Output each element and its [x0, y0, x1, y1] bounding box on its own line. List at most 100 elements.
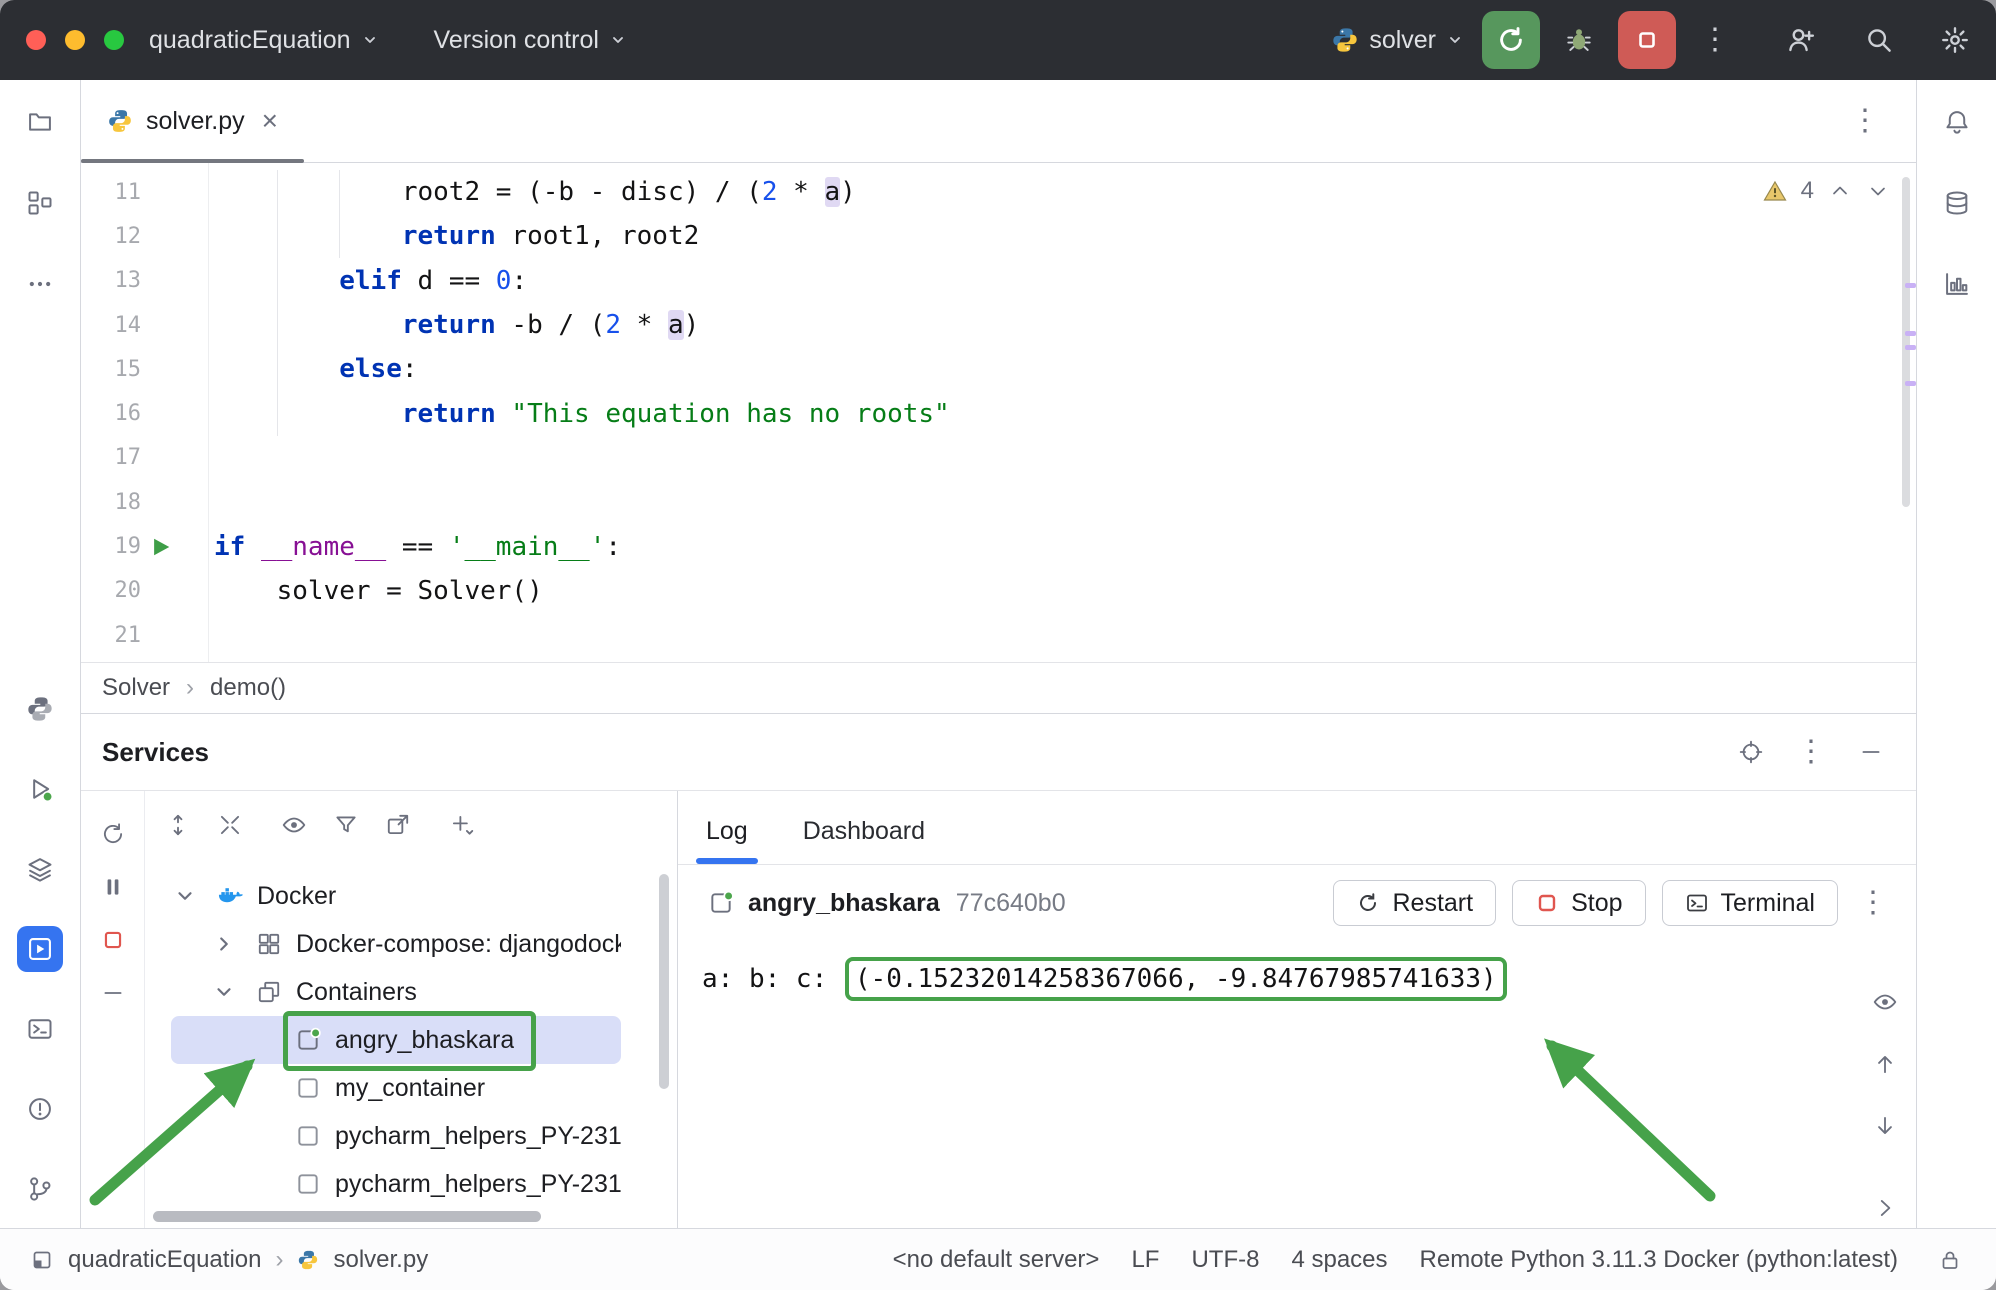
scroll-down-icon[interactable]: [1872, 1113, 1898, 1139]
tree-item-my-container[interactable]: my_container: [171, 1064, 621, 1112]
restart-button[interactable]: Restart: [1333, 880, 1496, 926]
view-options-eye-icon[interactable]: [281, 812, 307, 838]
chevron-right-icon[interactable]: [1872, 1195, 1898, 1221]
eye-icon[interactable]: [1872, 989, 1898, 1015]
close-window-button[interactable]: [26, 30, 46, 50]
tree-item-pycharm-helpers-py-231-4[interactable]: pycharm_helpers_PY-231.4: [171, 1112, 621, 1160]
tab-solver-py[interactable]: solver.py ×: [81, 80, 304, 162]
vcs-widget[interactable]: Version control: [434, 26, 627, 55]
add-service-icon[interactable]: [449, 812, 475, 838]
editor-scrollbar[interactable]: [1902, 177, 1910, 507]
code-line-11[interactable]: 11 root2 = (-b - disc) / (2 * a): [81, 170, 1916, 214]
code-editor[interactable]: 11 root2 = (-b - disc) / (2 * a)12 retur…: [81, 163, 1916, 662]
minimize-window-button[interactable]: [65, 30, 85, 50]
run-configuration-selector[interactable]: solver: [1331, 26, 1464, 55]
run-tool-window-icon[interactable]: [26, 775, 54, 803]
stop-button[interactable]: [1618, 11, 1676, 69]
code-line-16[interactable]: 16 return "This equation has no roots": [81, 391, 1916, 435]
line-separator-widget[interactable]: LF: [1131, 1246, 1159, 1274]
next-problem-icon[interactable]: [1866, 179, 1890, 203]
tree-item-angry-bhaskara[interactable]: angry_bhaskara: [171, 1016, 621, 1064]
search-icon[interactable]: [1864, 25, 1894, 55]
filter-icon[interactable]: [333, 812, 359, 838]
python-file-icon: [107, 108, 133, 134]
settings-gear-icon[interactable]: [1940, 25, 1970, 55]
code-line-19[interactable]: 19if __name__ == '__main__':: [81, 524, 1916, 568]
expand-all-icon[interactable]: [165, 812, 191, 838]
default-server-widget[interactable]: <no default server>: [893, 1246, 1100, 1274]
problems-icon[interactable]: [26, 1095, 54, 1123]
prev-problem-icon[interactable]: [1828, 179, 1852, 203]
services-side-toolbar: [81, 791, 145, 1228]
tree-item-pycharm-helpers-py-231-8[interactable]: pycharm_helpers_PY-231.8: [171, 1160, 621, 1208]
indent-widget[interactable]: 4 spaces: [1291, 1246, 1387, 1274]
debug-button[interactable]: [1550, 11, 1608, 69]
layers-icon[interactable]: [26, 855, 54, 883]
project-folder-icon[interactable]: [26, 108, 54, 136]
terminal-tool-icon[interactable]: [26, 1015, 54, 1043]
hide-panel-icon[interactable]: [1858, 739, 1884, 765]
python-file-icon: [297, 1249, 319, 1271]
code-line-18[interactable]: 18: [81, 480, 1916, 524]
more-tool-windows-icon[interactable]: [26, 270, 54, 298]
git-branch-icon[interactable]: [26, 1175, 54, 1203]
tab-options-icon[interactable]: ⋮: [1846, 106, 1884, 136]
pause-icon[interactable]: [100, 874, 126, 900]
refresh-icon[interactable]: [100, 821, 126, 847]
chart-icon[interactable]: [1943, 270, 1971, 298]
code-line-13[interactable]: 13 elif d == 0:: [81, 259, 1916, 303]
target-icon[interactable]: [1738, 739, 1764, 765]
container-more-icon[interactable]: ⋮: [1854, 888, 1892, 918]
tab-log[interactable]: Log: [706, 817, 748, 864]
collapse-panel-icon[interactable]: [100, 980, 126, 1006]
tool-window-toggle-icon[interactable]: [30, 1248, 54, 1272]
panel-options-icon[interactable]: ⋮: [1792, 737, 1830, 767]
log-output[interactable]: a: b: c: (-0.15232014258367066, -9.84767…: [678, 941, 1916, 1228]
tree-item-containers[interactable]: Containers: [171, 968, 621, 1016]
tree-item-docker-compose-djangodock[interactable]: Docker-compose: djangodock: [171, 920, 621, 968]
tree-item-docker[interactable]: Docker: [171, 872, 621, 920]
chevron-down-icon: [1446, 31, 1464, 49]
python-packages-icon[interactable]: [26, 695, 54, 723]
chevron-down-icon[interactable]: [210, 981, 238, 1003]
chevron-down-icon[interactable]: [171, 885, 199, 907]
zoom-window-button[interactable]: [104, 30, 124, 50]
services-tool-window-button[interactable]: [17, 926, 63, 972]
run-line-icon[interactable]: [141, 536, 181, 558]
notifications-bell-icon[interactable]: [1943, 108, 1971, 136]
code-line-12[interactable]: 12 return root1, root2: [81, 214, 1916, 258]
breadcrumb-class[interactable]: Solver: [102, 674, 170, 702]
tab-dashboard[interactable]: Dashboard: [803, 817, 925, 864]
code-line-21[interactable]: 21: [81, 613, 1916, 657]
tree-horizontal-scrollbar[interactable]: [153, 1211, 541, 1222]
chevron-right-icon[interactable]: [210, 933, 238, 955]
status-project-name[interactable]: quadraticEquation: [68, 1246, 261, 1274]
more-actions-icon[interactable]: ⋮: [1696, 25, 1734, 55]
add-user-icon[interactable]: [1786, 25, 1816, 55]
database-icon[interactable]: [1943, 189, 1971, 217]
structure-icon[interactable]: [26, 189, 54, 217]
status-file-name[interactable]: solver.py: [333, 1246, 428, 1274]
code-line-17[interactable]: 17: [81, 436, 1916, 480]
project-widget[interactable]: quadraticEquation: [149, 26, 379, 55]
breadcrumb-method[interactable]: demo(): [210, 674, 286, 702]
close-tab-icon[interactable]: ×: [262, 107, 278, 135]
terminal-button[interactable]: Terminal: [1662, 880, 1838, 926]
code-line-14[interactable]: 14 return -b / (2 * a): [81, 303, 1916, 347]
code-line-15[interactable]: 15 else:: [81, 347, 1916, 391]
scroll-up-icon[interactable]: [1872, 1051, 1898, 1077]
stop-service-icon[interactable]: [100, 927, 126, 953]
interpreter-widget[interactable]: Remote Python 3.11.3 Docker (python:late…: [1420, 1246, 1898, 1274]
open-in-new-tab-icon[interactable]: [385, 812, 411, 838]
encoding-widget[interactable]: UTF-8: [1191, 1246, 1259, 1274]
tree-vertical-scrollbar[interactable]: [659, 874, 669, 1089]
collapse-all-icon[interactable]: [217, 812, 243, 838]
inspections-widget[interactable]: 4: [1763, 177, 1890, 205]
container-header: angry_bhaskara 77c640b0 Restart Stop: [678, 865, 1916, 941]
rerun-button[interactable]: [1482, 11, 1540, 69]
lock-icon[interactable]: [1938, 1248, 1962, 1272]
code-line-20[interactable]: 20 solver = Solver(): [81, 569, 1916, 613]
stop-container-button[interactable]: Stop: [1512, 880, 1645, 926]
rerun-icon: [1496, 25, 1526, 55]
chevron-down-icon: [361, 31, 379, 49]
